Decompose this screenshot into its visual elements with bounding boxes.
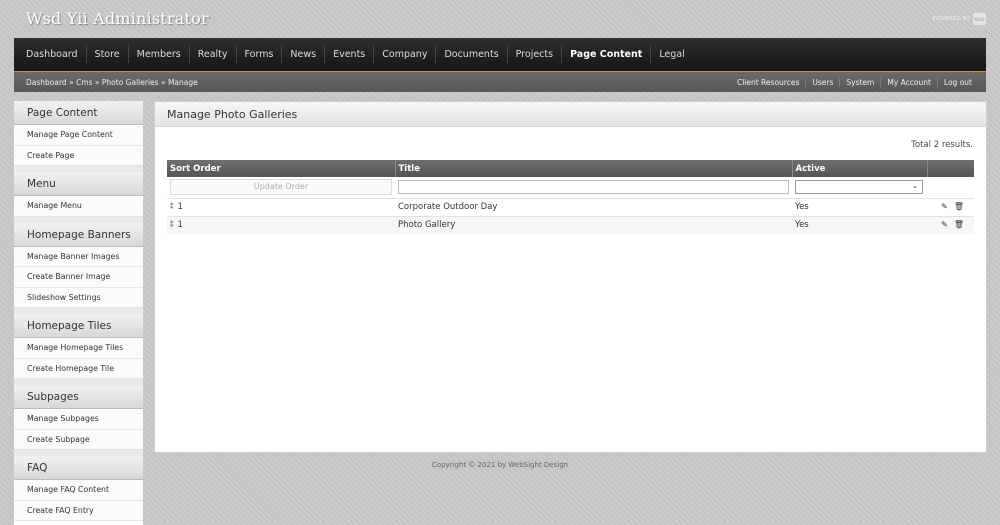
sort-value: 1 [177,220,183,231]
edit-icon[interactable]: ✎ [941,202,948,211]
sort-value: 1 [177,202,183,212]
breadcrumb-photo-galleries[interactable]: Photo Galleries [102,78,159,87]
header: Wsd Yii Administrator POWERED BY WSD [0,0,1000,38]
results-summary: Total 2 results. [911,140,973,150]
drag-handle-icon[interactable]: ⁑ [170,221,174,229]
sub-bar: Dashboard » Cms » Photo Galleries » Mana… [14,71,986,92]
nav-item-members[interactable]: Members [129,46,190,63]
sidebar-item-manage-subpages[interactable]: Manage Subpages [14,409,143,430]
filter-cell [927,177,974,198]
utility-links: Client Resources Users System My Account… [731,77,978,87]
breadcrumb-separator: » [69,77,74,87]
sidebar-item-create-subpage[interactable]: Create Subpage [14,429,143,450]
sidebar-heading-menu: Menu [14,172,143,196]
actions-cell: ✎ 🗑 [927,197,974,216]
nav-item-news[interactable]: News [282,46,326,63]
breadcrumb-separator: » [160,77,166,87]
column-active[interactable]: Active [792,160,928,177]
nav-item-realty[interactable]: Realty [190,46,237,63]
table-row[interactable]: ⁑ 1 Photo Gallery Yes ✎ 🗑 [167,215,974,234]
title-cell: Corporate Outdoor Day [395,197,792,216]
column-actions [927,160,974,177]
sidebar-item-manage-menu[interactable]: Manage Menu [14,196,143,217]
table-row[interactable]: ⁑ 1 Corporate Outdoor Day Yes ✎ 🗑 [167,197,974,216]
users-link[interactable]: Users [805,77,839,87]
filter-cell: ⌄ [792,177,927,198]
footer-copyright: Copyright © 2021 by WebSight Design [431,461,569,469]
galleries-table: Sort Order Title Active Update Order ⌄ ⁑… [167,160,974,234]
nav-item-forms[interactable]: Forms [237,46,283,63]
nav-item-documents[interactable]: Documents [436,46,508,63]
sidebar-heading-subpages: Subpages [14,385,143,409]
breadcrumb-cms[interactable]: Cms [76,78,92,87]
active-cell: Yes [792,215,927,234]
sidebar-heading-homepage-banners: Homepage Banners [14,222,143,247]
wsd-logo-icon[interactable]: WSD [973,13,986,25]
breadcrumb: Dashboard » Cms » Photo Galleries » Mana… [26,78,198,87]
sidebar-item-manage-banner-images[interactable]: Manage Banner Images [14,246,143,267]
sidebar-heading-homepage-tiles: Homepage Tiles [14,314,143,338]
sort-cell: ⁑ 1 [167,215,395,234]
sidebar-item-manage-homepage-tiles[interactable]: Manage Homepage Tiles [14,338,143,359]
breadcrumb-separator: » [94,77,100,87]
title-filter-input[interactable] [398,180,789,194]
powered-by: POWERED BY WSD [933,13,986,25]
my-account-link[interactable]: My Account [880,77,937,87]
sidebar-item-create-page[interactable]: Create Page [14,145,143,166]
column-sort-order[interactable]: Sort Order [167,160,396,177]
sidebar-item-create-faq-entry[interactable]: Create FAQ Entry [14,500,143,521]
table-header-row: Sort Order Title Active [167,160,974,177]
update-order-button[interactable]: Update Order [170,179,392,196]
delete-icon[interactable]: 🗑 [954,202,964,211]
filter-cell [395,177,792,198]
sidebar-heading-page-content: Page Content [14,101,143,125]
main-nav: Dashboard Store Members Realty Forms New… [14,38,986,71]
nav-item-legal[interactable]: Legal [651,46,692,63]
column-title[interactable]: Title [395,160,793,177]
nav-item-projects[interactable]: Projects [508,46,563,63]
active-filter-select[interactable]: ⌄ [795,180,923,195]
site-title[interactable]: Wsd Yii Administrator [26,9,209,28]
system-link[interactable]: System [839,77,880,87]
sidebar-item-create-banner-image[interactable]: Create Banner Image [14,267,143,288]
nav-item-dashboard[interactable]: Dashboard [18,46,87,63]
sidebar-item-create-homepage-tile[interactable]: Create Homepage Tile [14,358,143,379]
sidebar-item-manage-page-content[interactable]: Manage Page Content [14,125,143,146]
chevron-down-icon: ⌄ [912,182,918,191]
drag-handle-icon[interactable]: ⁑ [170,203,174,211]
sort-cell: ⁑ 1 [167,197,395,216]
page-title: Manage Photo Galleries [155,102,986,127]
main-panel: Manage Photo Galleries Total 2 results. … [154,101,987,453]
filter-cell: Update Order [167,177,395,198]
breadcrumb-manage: Manage [167,77,198,87]
nav-item-store[interactable]: Store [87,46,129,63]
nav-item-company[interactable]: Company [374,46,437,63]
log-out-link[interactable]: Log out [936,77,978,87]
client-resources-link[interactable]: Client Resources [731,78,805,87]
edit-icon[interactable]: ✎ [941,220,948,229]
breadcrumb-dashboard[interactable]: Dashboard [26,78,67,87]
sidebar-item-manage-faq-content[interactable]: Manage FAQ Content [14,480,143,501]
powered-by-label: POWERED BY [932,16,970,22]
actions-cell: ✎ 🗑 [927,215,974,234]
delete-icon[interactable]: 🗑 [954,220,964,229]
nav-item-page-content[interactable]: Page Content [562,46,652,63]
sidebar-item-slideshow-settings[interactable]: Slideshow Settings [14,287,143,308]
nav-item-events[interactable]: Events [325,46,375,63]
title-cell: Photo Gallery [395,215,792,234]
filter-row: Update Order ⌄ [167,177,974,198]
active-cell: Yes [792,197,927,216]
